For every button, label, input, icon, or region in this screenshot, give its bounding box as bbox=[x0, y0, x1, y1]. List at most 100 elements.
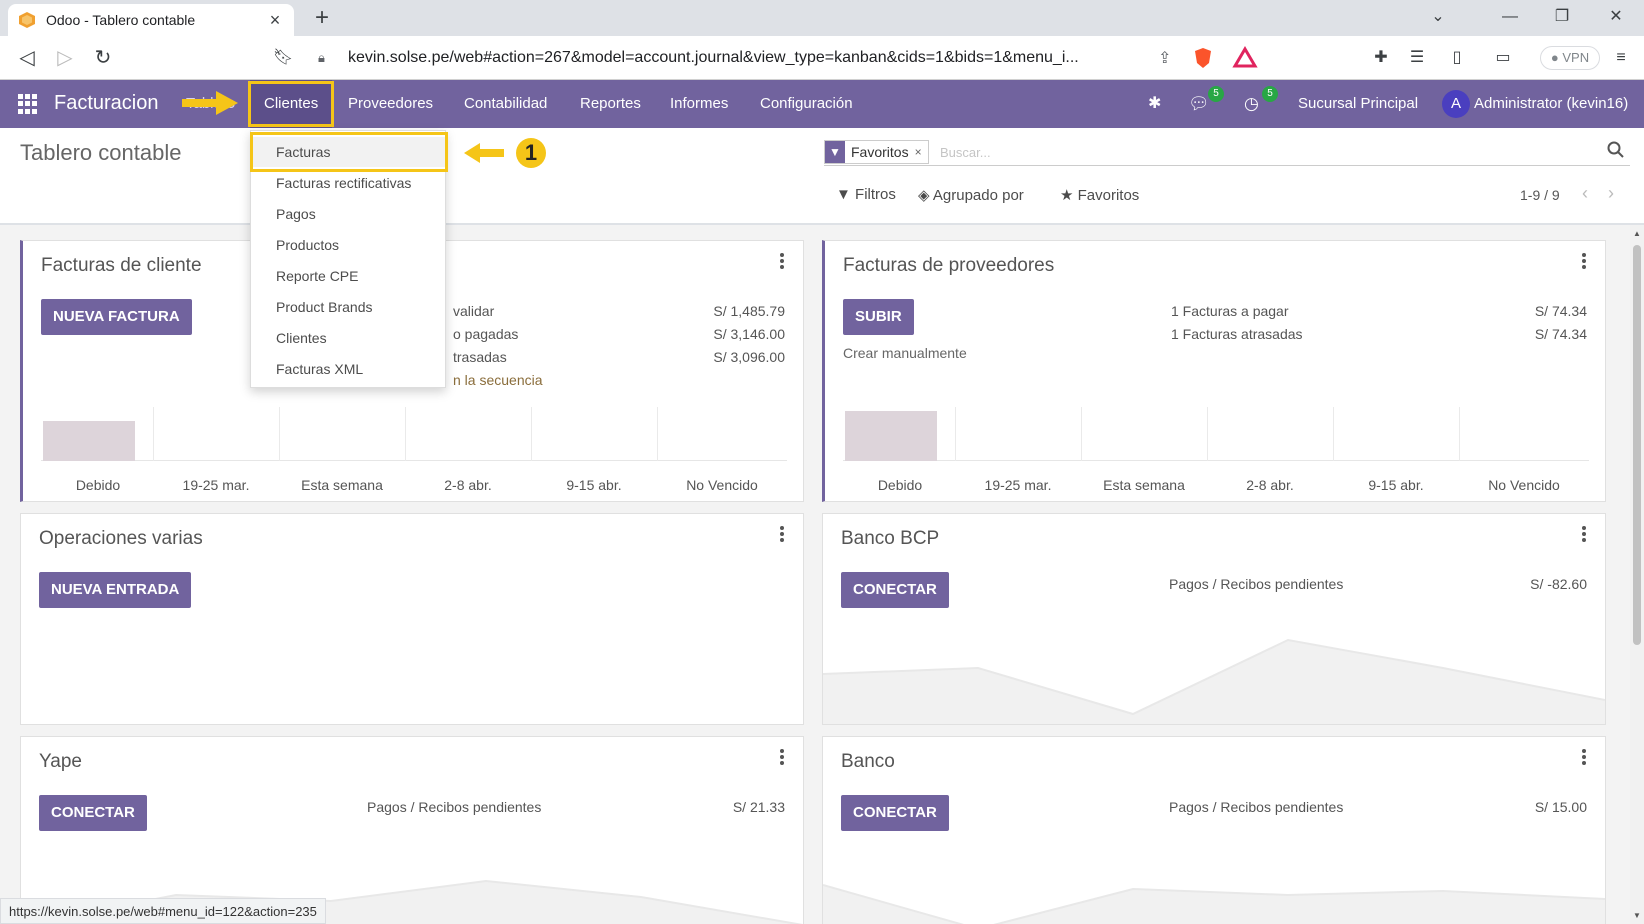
share-icon[interactable]: ⇪ bbox=[1158, 48, 1180, 68]
user-menu[interactable]: Administrator (kevin16) bbox=[1474, 80, 1628, 128]
card-menu-icon[interactable] bbox=[779, 253, 785, 271]
brave-shield-icon[interactable] bbox=[1190, 46, 1216, 70]
new-entry-button[interactable]: NUEVA ENTRADA bbox=[39, 572, 192, 608]
dropdown-item-reporte-cpe[interactable]: Reporte CPE bbox=[251, 261, 445, 291]
line-value: S/ 15.00 bbox=[1534, 799, 1587, 815]
group-by-button[interactable]: ◈ Agrupado por bbox=[918, 186, 1024, 204]
filters-button[interactable]: ▼ Filtros bbox=[836, 186, 896, 203]
new-tab-icon[interactable]: + bbox=[308, 4, 336, 32]
vpn-button[interactable]: ● VPN bbox=[1540, 46, 1600, 70]
dropdown-item-facturas-xml[interactable]: Facturas XML bbox=[251, 354, 445, 384]
pager-next-icon[interactable]: › bbox=[1608, 183, 1614, 204]
bar-separator bbox=[1081, 407, 1082, 461]
create-manually-link[interactable]: Crear manualmente bbox=[843, 345, 967, 361]
line-label[interactable]: Pagos / Recibos pendientes bbox=[1169, 576, 1343, 592]
apps-menu-icon[interactable] bbox=[18, 94, 38, 114]
filters-label: Filtros bbox=[855, 186, 896, 203]
sequence-gap-link[interactable]: n la secuencia bbox=[453, 372, 543, 388]
line-label[interactable]: Pagos / Recibos pendientes bbox=[1169, 799, 1343, 815]
page-scrollbar[interactable]: ▲ ▼ bbox=[1630, 225, 1644, 924]
line-value: S/ 74.34 bbox=[1534, 303, 1587, 319]
line-label[interactable]: 1 Facturas a pagar bbox=[1171, 303, 1289, 319]
extensions-icon[interactable]: ✚ bbox=[1368, 46, 1394, 70]
card-menu-icon[interactable] bbox=[1581, 526, 1587, 544]
facet-remove-icon[interactable]: × bbox=[915, 145, 928, 159]
menu-configuracion[interactable]: Configuración bbox=[746, 80, 867, 128]
bar-debido[interactable] bbox=[43, 421, 135, 461]
reload-icon[interactable]: ↻ bbox=[88, 44, 118, 72]
dropdown-item-facturas[interactable]: Facturas bbox=[251, 137, 445, 167]
bar-label: Debido bbox=[75, 477, 121, 493]
menu-informes[interactable]: Informes bbox=[656, 80, 742, 128]
favorites-button[interactable]: ★ Favoritos bbox=[1060, 186, 1139, 204]
card-menu-icon[interactable] bbox=[779, 526, 785, 544]
forward-icon[interactable]: ▷ bbox=[50, 44, 80, 72]
bar-separator bbox=[657, 407, 658, 461]
card-menu-icon[interactable] bbox=[1581, 749, 1587, 767]
activities-badge: 5 bbox=[1262, 86, 1278, 102]
bar-separator bbox=[1333, 407, 1334, 461]
scroll-up-icon[interactable]: ▲ bbox=[1632, 229, 1642, 238]
card-title[interactable]: Banco BCP bbox=[841, 528, 939, 550]
activities-clock-icon[interactable]: ◷ bbox=[1244, 80, 1259, 128]
scroll-thumb[interactable] bbox=[1633, 245, 1641, 645]
connect-button[interactable]: CONECTAR bbox=[841, 795, 949, 831]
search-input[interactable] bbox=[940, 142, 1580, 162]
bar-debido[interactable] bbox=[845, 411, 937, 461]
tab-close-icon[interactable]: × bbox=[266, 10, 284, 31]
url-text: kevin.solse.pe/web#action=267&model=acco… bbox=[348, 49, 1079, 66]
avatar[interactable]: A bbox=[1442, 90, 1470, 118]
menu-proveedores[interactable]: Proveedores bbox=[334, 80, 447, 128]
pager-value[interactable]: 1-9 / 9 bbox=[1520, 187, 1560, 203]
wallet-icon[interactable]: ▭ bbox=[1490, 46, 1516, 70]
pager-previous-icon[interactable]: ‹ bbox=[1582, 183, 1588, 204]
balance-area-graph bbox=[823, 884, 1605, 924]
app-brand[interactable]: Facturacion bbox=[54, 92, 159, 115]
card-menu-icon[interactable] bbox=[1581, 253, 1587, 271]
facet-value: Favoritos bbox=[851, 144, 909, 160]
card-menu-icon[interactable] bbox=[779, 749, 785, 767]
card-title[interactable]: Banco bbox=[841, 751, 895, 773]
scroll-down-icon[interactable]: ▼ bbox=[1632, 911, 1642, 920]
debug-bug-icon[interactable]: ✱ bbox=[1148, 80, 1161, 128]
dropdown-item-clientes[interactable]: Clientes bbox=[251, 323, 445, 353]
branch-switcher[interactable]: Sucursal Principal bbox=[1298, 80, 1418, 128]
card-title[interactable]: Operaciones varias bbox=[39, 528, 203, 550]
upload-button[interactable]: SUBIR bbox=[843, 299, 914, 335]
card-title[interactable]: Facturas de cliente bbox=[41, 255, 202, 277]
browser-menu-icon[interactable]: ≡ bbox=[1608, 46, 1634, 70]
connect-button[interactable]: CONECTAR bbox=[39, 795, 147, 831]
media-control-icon[interactable]: ☰ bbox=[1404, 46, 1430, 70]
line-label[interactable]: trasadas bbox=[453, 349, 507, 365]
search-icon[interactable] bbox=[1606, 140, 1626, 160]
minimize-icon[interactable]: — bbox=[1484, 0, 1536, 36]
back-icon[interactable]: ◁ bbox=[12, 44, 42, 72]
bookmark-icon[interactable]: 🔖︎ bbox=[268, 44, 298, 72]
tab-search-chevron-icon[interactable]: ⌄ bbox=[1412, 0, 1464, 36]
window-close-icon[interactable]: ✕ bbox=[1590, 0, 1642, 36]
card-title[interactable]: Yape bbox=[39, 751, 82, 773]
dropdown-item-pagos[interactable]: Pagos bbox=[251, 199, 445, 229]
line-label[interactable]: o pagadas bbox=[453, 326, 518, 342]
card-title[interactable]: Facturas de proveedores bbox=[843, 255, 1054, 277]
menu-clientes[interactable]: Clientes bbox=[250, 80, 333, 128]
brave-rewards-icon[interactable] bbox=[1232, 46, 1258, 70]
restore-icon[interactable]: ❐ bbox=[1536, 0, 1588, 36]
dropdown-item-productos[interactable]: Productos bbox=[251, 230, 445, 260]
dropdown-item-product-brands[interactable]: Product Brands bbox=[251, 292, 445, 322]
connect-button[interactable]: CONECTAR bbox=[841, 572, 949, 608]
line-label[interactable]: 1 Facturas atrasadas bbox=[1171, 326, 1303, 342]
bar-label: No Vencido bbox=[686, 477, 758, 493]
menu-reportes[interactable]: Reportes bbox=[566, 80, 655, 128]
line-label[interactable]: Pagos / Recibos pendientes bbox=[367, 799, 541, 815]
menu-contabilidad[interactable]: Contabilidad bbox=[450, 80, 561, 128]
line-label[interactable]: validar bbox=[453, 303, 494, 319]
messages-icon[interactable]: 💬︎ bbox=[1188, 80, 1210, 128]
tab-title: Odoo - Tablero contable bbox=[46, 12, 196, 28]
sidebar-icon[interactable]: ▯ bbox=[1444, 46, 1470, 70]
browser-tab[interactable]: Odoo - Tablero contable × bbox=[8, 4, 294, 36]
address-bar[interactable]: 🔒︎ kevin.solse.pe/web#action=267&model=a… bbox=[318, 43, 1180, 73]
bar-separator bbox=[405, 407, 406, 461]
dropdown-item-facturas-rectificativas[interactable]: Facturas rectificativas bbox=[251, 168, 445, 198]
new-invoice-button[interactable]: NUEVA FACTURA bbox=[41, 299, 192, 335]
